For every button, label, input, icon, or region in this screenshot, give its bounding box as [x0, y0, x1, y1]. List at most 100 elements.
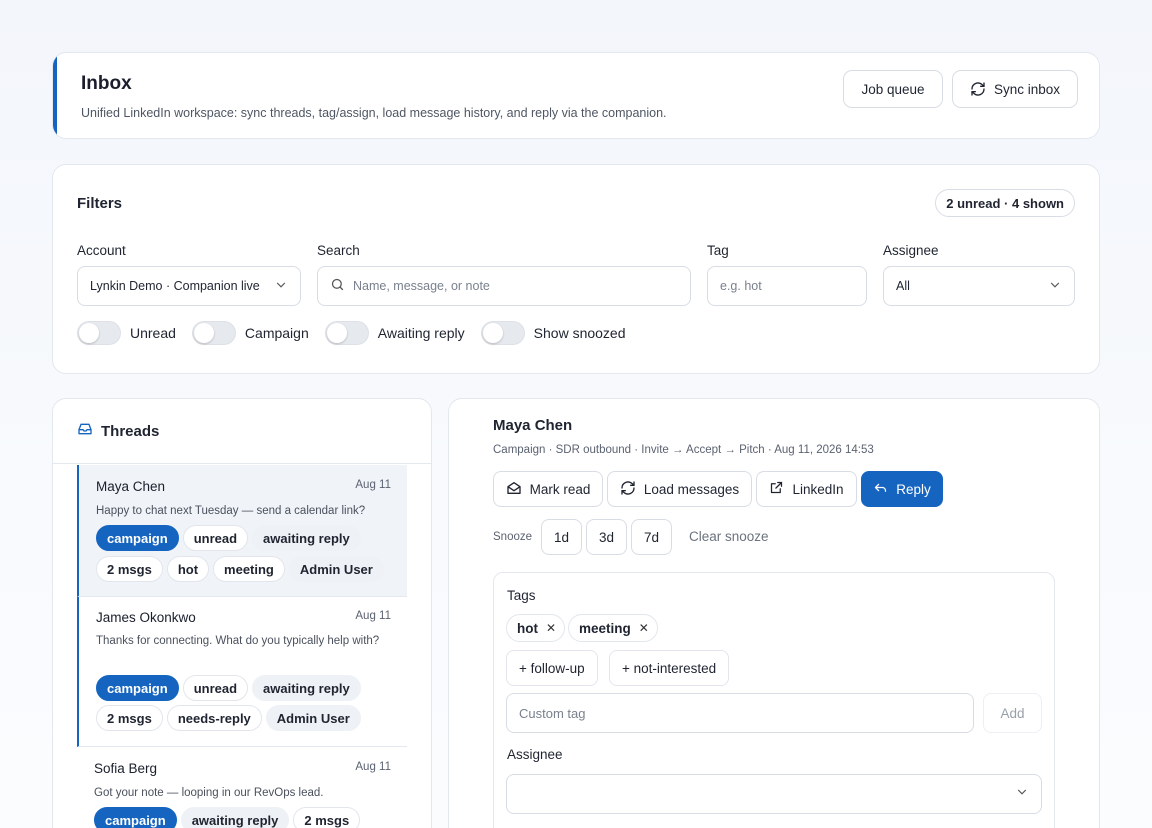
tags-section: Tags hot ✕ meeting ✕ + follow-up + not-i…: [493, 572, 1055, 828]
chip: meeting: [213, 556, 285, 582]
page-subtitle: Unified LinkedIn workspace: sync threads…: [81, 106, 667, 120]
toggle-campaign[interactable]: Campaign: [191, 321, 309, 345]
load-messages-button[interactable]: Load messages: [607, 471, 752, 507]
thread-name: Maya Chen: [96, 479, 166, 494]
sync-inbox-button[interactable]: Sync inbox: [952, 70, 1078, 108]
chip: campaign: [96, 675, 179, 701]
filters-summary-badge: 2 unread · 4 shown: [935, 189, 1075, 217]
filter-toggles: Unread Campaign Awaiting reply Show snoo…: [77, 321, 642, 345]
thread-item[interactable]: James Okonkwo Aug 11 Thanks for connecti…: [77, 597, 407, 747]
header-accent-bar: [53, 53, 57, 138]
assignee-select[interactable]: [506, 774, 1042, 814]
search-label: Search: [317, 243, 360, 258]
thread-snippet: Got your note — looping in our RevOps le…: [94, 787, 324, 799]
threads-title: Threads: [101, 422, 160, 440]
inbox-icon: [77, 421, 93, 442]
threads-panel: Threads Maya Chen Aug 11 Happy to chat n…: [52, 398, 432, 828]
threads-header: Threads: [53, 399, 431, 464]
suggest-tag-not-interested[interactable]: + not-interested: [609, 650, 730, 686]
chip: 2 msgs: [96, 705, 163, 731]
close-icon[interactable]: ✕: [639, 621, 649, 635]
chip: campaign: [94, 807, 177, 828]
toggle-switch[interactable]: [324, 321, 369, 345]
thread-date: Aug 11: [355, 610, 391, 622]
mark-read-button[interactable]: Mark read: [493, 471, 603, 507]
tag-label: Tag: [707, 243, 729, 258]
chip: hot: [166, 556, 210, 582]
thread-chips: campaign unread awaiting reply: [96, 525, 361, 551]
thread-date: Aug 11: [355, 761, 391, 773]
chip: awaiting reply: [252, 525, 361, 551]
assignee-filter-value: All: [896, 279, 910, 293]
suggest-tag-follow-up[interactable]: + follow-up: [506, 650, 598, 686]
toggle-show-snoozed[interactable]: Show snoozed: [480, 321, 626, 345]
chip: unread: [182, 675, 249, 701]
add-tag-button[interactable]: Add: [983, 693, 1042, 733]
sync-inbox-label: Sync inbox: [993, 81, 1061, 97]
toggle-label: Campaign: [244, 325, 309, 341]
tags-title: Tags: [507, 588, 536, 603]
chevron-down-icon: [274, 278, 288, 295]
clear-snooze-button[interactable]: Clear snooze: [689, 529, 769, 544]
thread-chips: campaign unread awaiting reply: [96, 675, 361, 701]
toggle-awaiting-reply[interactable]: Awaiting reply: [324, 321, 465, 345]
snooze-label: Snooze: [493, 531, 533, 543]
chevron-down-icon: [1048, 278, 1062, 295]
thread-chips: 2 msgs needs-reply Admin User: [96, 705, 361, 731]
toggle-label: Show snoozed: [533, 325, 626, 341]
mark-read-label: Mark read: [529, 481, 591, 497]
envelope-open-icon: [506, 480, 522, 499]
account-select[interactable]: Lynkin Demo · Companion live: [77, 266, 301, 306]
chip: unread: [182, 525, 249, 551]
toggle-switch[interactable]: [77, 321, 121, 345]
refresh-icon: [620, 480, 636, 499]
thread-chips: campaign awaiting reply 2 msgs: [94, 807, 361, 828]
assignee-title: Assignee: [507, 747, 563, 762]
tag-placeholder: e.g. hot: [720, 279, 762, 293]
toggle-label: Unread: [130, 325, 176, 341]
snooze-3d-button[interactable]: 3d: [586, 519, 627, 555]
chip: Admin User: [265, 705, 361, 731]
search-input[interactable]: Name, message, or note: [317, 266, 691, 306]
contact-meta: Campaign · SDR outbound · Invite → Accep…: [493, 444, 874, 456]
toggle-unread[interactable]: Unread: [77, 321, 176, 345]
chip: awaiting reply: [252, 675, 361, 701]
thread-name: James Okonkwo: [96, 610, 196, 625]
thread-date: Aug 11: [355, 479, 391, 491]
tag-filter-input[interactable]: e.g. hot: [707, 266, 867, 306]
thread-item[interactable]: Maya Chen Aug 11 Happy to chat next Tues…: [77, 465, 407, 597]
tag-chip-label: meeting: [579, 620, 631, 636]
refresh-icon: [970, 81, 986, 97]
chip: 2 msgs: [293, 807, 361, 828]
reply-icon: [873, 480, 888, 498]
filters-panel: Filters 2 unread · 4 shown Account Lynki…: [52, 164, 1100, 374]
tag-chip: meeting ✕: [568, 614, 658, 642]
linkedin-button[interactable]: LinkedIn: [756, 471, 857, 507]
toggle-switch[interactable]: [191, 321, 236, 345]
custom-tag-input[interactable]: Custom tag: [506, 693, 974, 733]
tag-chip-label: hot: [517, 620, 538, 636]
linkedin-label: LinkedIn: [792, 481, 844, 497]
account-value: Lynkin Demo · Companion live: [90, 279, 260, 293]
search-icon: [330, 277, 345, 295]
chip: needs-reply: [166, 705, 262, 731]
load-messages-label: Load messages: [643, 481, 740, 497]
chip: Admin User: [288, 556, 384, 582]
filters-title: Filters: [77, 195, 123, 212]
reply-button[interactable]: Reply: [861, 471, 943, 507]
thread-snippet: Happy to chat next Tuesday — send a cale…: [96, 505, 366, 517]
snooze-1d-button[interactable]: 1d: [541, 519, 582, 555]
toggle-switch[interactable]: [480, 321, 525, 345]
thread-snippet: Thanks for connecting. What do you typic…: [96, 635, 380, 647]
job-queue-button[interactable]: Job queue: [843, 70, 943, 108]
chip: 2 msgs: [96, 556, 163, 582]
page-title: Inbox: [81, 73, 132, 94]
chip: campaign: [96, 525, 179, 551]
thread-item[interactable]: Sofia Berg Aug 11 Got your note — loopin…: [77, 747, 407, 828]
close-icon[interactable]: ✕: [546, 621, 556, 635]
contact-name: Maya Chen: [493, 417, 573, 434]
snooze-7d-button[interactable]: 7d: [631, 519, 672, 555]
thread-detail-panel: Maya Chen Campaign · SDR outbound · Invi…: [448, 398, 1100, 828]
chevron-down-icon: [1015, 785, 1029, 804]
assignee-filter-select[interactable]: All: [883, 266, 1075, 306]
